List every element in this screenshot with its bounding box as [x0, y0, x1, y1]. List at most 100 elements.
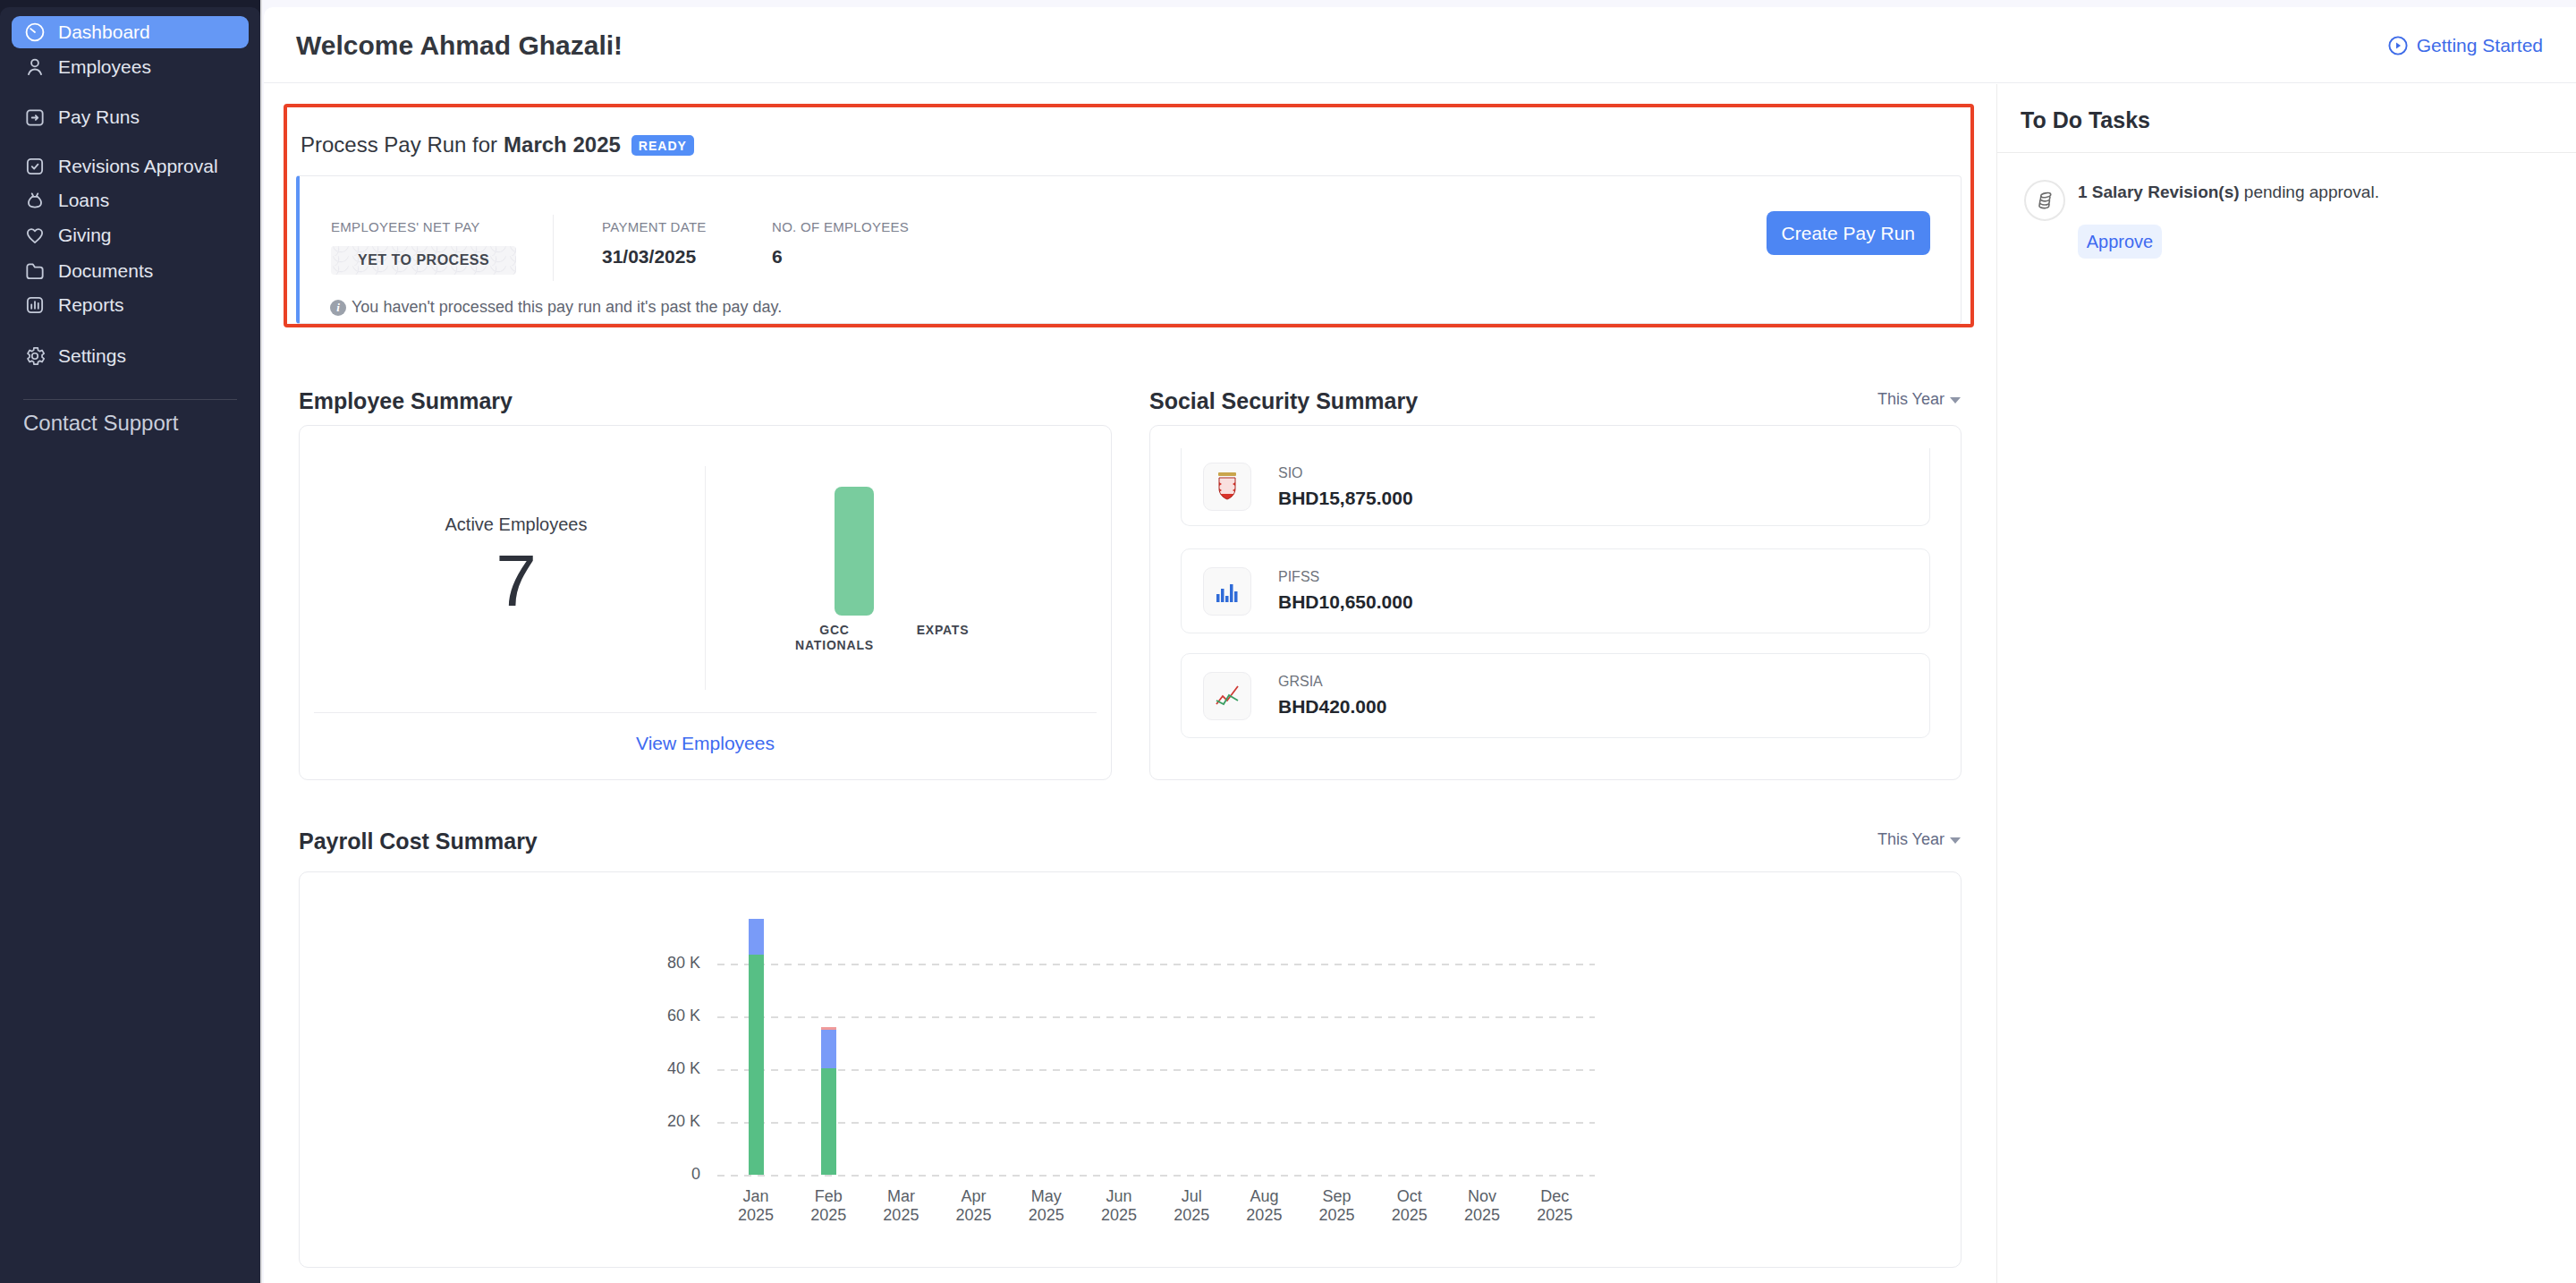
active-employees-count: 7 [300, 542, 733, 619]
sidebar-item-label: Pay Runs [58, 106, 140, 128]
chart-month-label: Feb 2025 [792, 1187, 865, 1225]
reports-icon [23, 293, 47, 317]
info-icon [330, 300, 346, 316]
social-row-label: SIO [1278, 465, 1413, 481]
sidebar-item-label: Loans [58, 190, 109, 211]
pay-run-title: Process Pay Run forMarch 2025 READY [301, 132, 694, 157]
employees-icon [23, 55, 47, 79]
social-row-label: GRSIA [1278, 674, 1386, 690]
chart-ytick-label: 40 K [640, 1059, 700, 1078]
sidebar-item-dashboard[interactable]: Dashboard [12, 16, 249, 48]
approve-button[interactable]: Approve [2078, 225, 2162, 259]
chart-month-label: Oct 2025 [1373, 1187, 1446, 1225]
chart-month-label: Sep 2025 [1301, 1187, 1374, 1225]
payroll-cost-card: 80 K60 K40 K20 K0Jan 2025Feb 2025Mar 202… [299, 871, 1962, 1268]
card-divider [314, 712, 1097, 713]
vertical-divider [705, 466, 706, 690]
dashboard-icon [23, 21, 47, 44]
chart-month-label: Apr 2025 [937, 1187, 1011, 1225]
revisions-approval-icon [23, 155, 47, 178]
chart-month-label: Nov 2025 [1445, 1187, 1519, 1225]
view-employees-link[interactable]: View Employees [300, 733, 1111, 754]
chevron-down-icon [1950, 397, 1961, 404]
column-divider [553, 215, 554, 281]
chart-month-label: Jul 2025 [1155, 1187, 1228, 1225]
sidebar-divider [23, 399, 237, 400]
active-employees-label: Active Employees [300, 514, 733, 535]
social-row-value: BHD10,650.000 [1278, 591, 1413, 613]
play-circle-icon [2387, 35, 2409, 56]
chart-month-label: Dec 2025 [1518, 1187, 1591, 1225]
chart-month-label: Aug 2025 [1227, 1187, 1301, 1225]
payroll-cost-heading: Payroll Cost Summary [299, 828, 538, 854]
sidebar-item-documents[interactable]: Documents [12, 254, 249, 288]
sidebar-item-label: Revisions Approval [58, 156, 218, 177]
social-security-heading: Social Security Summary [1149, 388, 1418, 414]
sidebar-surface: Dashboard Employees Pay Runs Revisions A… [0, 7, 260, 1283]
chart-ytick-label: 0 [640, 1165, 700, 1184]
loans-icon [23, 189, 47, 212]
chart-ytick-label: 60 K [640, 1007, 700, 1025]
chart-ytick-label: 80 K [640, 954, 700, 973]
todo-task-text: 1 Salary Revision(s) pending approval. [2078, 183, 2379, 202]
chart-month-label: Jan 2025 [719, 1187, 792, 1225]
sidebar-item-settings[interactable]: Settings [12, 339, 249, 373]
payroll-range-select[interactable]: This Year [1877, 830, 1961, 849]
sidebar-item-loans[interactable]: Loans [12, 183, 249, 217]
pay-run-info: You haven't processed this pay run and i… [330, 298, 782, 317]
social-row-pifss: PIFSS BHD10,650.000 [1181, 548, 1930, 633]
sidebar-item-revisions-approval[interactable]: Revisions Approval [12, 149, 249, 183]
sidebar-item-pay-runs[interactable]: Pay Runs [12, 100, 249, 134]
chart-gridline [717, 1016, 1595, 1018]
todo-heading: To Do Tasks [2021, 107, 2150, 133]
social-security-card: SIO BHD15,875.000 PIFSS BHD10,650.000 GR… [1149, 425, 1962, 780]
line-chart-icon [1203, 672, 1251, 720]
chart-ytick-label: 20 K [640, 1112, 700, 1131]
bahrain-crest-icon [1203, 463, 1251, 511]
social-row-value: BHD15,875.000 [1278, 488, 1413, 509]
getting-started-link[interactable]: Getting Started [2387, 7, 2543, 84]
employee-summary-card: Active Employees 7 GCC NATIONALS EXPATS … [299, 425, 1112, 780]
payroll-bar-feb-blue [821, 1030, 836, 1068]
sidebar: Dashboard Employees Pay Runs Revisions A… [0, 0, 262, 1283]
chart-gridline [717, 964, 1595, 965]
social-row-grsia: GRSIA BHD420.000 [1181, 653, 1930, 738]
yet-to-process-chip: YET TO PROCESS [331, 246, 516, 275]
create-pay-run-button[interactable]: Create Pay Run [1767, 211, 1930, 255]
chevron-down-icon [1950, 837, 1961, 844]
sidebar-item-label: Settings [58, 345, 126, 367]
chart-gridline [717, 1175, 1595, 1177]
social-row-label: PIFSS [1278, 569, 1413, 585]
gcc-nationals-bar [835, 487, 874, 616]
expats-label: EXPATS [867, 623, 1019, 638]
payment-date-column: PAYMENT DATE 31/03/2025 [602, 220, 707, 268]
ready-status-badge: READY [631, 135, 694, 156]
pay-run-panel: EMPLOYEES' NET PAY YET TO PROCESS PAYMEN… [296, 175, 1962, 324]
payroll-bar-jan-green [749, 955, 764, 1175]
employee-count-column: NO. OF EMPLOYEES 6 [772, 220, 909, 268]
topbar: Welcome Ahmad Ghazali! Getting Started [264, 7, 2576, 83]
sidebar-item-label: Reports [58, 294, 124, 316]
social-range-select[interactable]: This Year [1877, 390, 1961, 409]
net-pay-column: EMPLOYEES' NET PAY YET TO PROCESS [331, 220, 516, 275]
social-row-value: BHD420.000 [1278, 696, 1386, 718]
contact-support-link[interactable]: Contact Support [12, 406, 249, 440]
sidebar-item-giving[interactable]: Giving [12, 218, 249, 252]
coins-icon [2024, 180, 2065, 221]
payroll-bar-feb-red [821, 1027, 836, 1030]
chart-gridline [717, 1069, 1595, 1071]
chart-month-label: May 2025 [1010, 1187, 1083, 1225]
sidebar-item-label: Dashboard [58, 21, 150, 43]
sidebar-item-label: Documents [58, 260, 153, 282]
documents-icon [23, 259, 47, 283]
payroll-bar-feb-green [821, 1068, 836, 1175]
payment-date-value: 31/03/2025 [602, 246, 707, 268]
sidebar-item-reports[interactable]: Reports [12, 288, 249, 322]
employee-count-value: 6 [772, 246, 909, 268]
social-row-sio: SIO BHD15,875.000 [1181, 448, 1930, 526]
giving-icon [23, 224, 47, 247]
sidebar-item-employees[interactable]: Employees [12, 50, 249, 84]
todo-divider [1997, 152, 2576, 153]
chart-gridline [717, 1122, 1595, 1124]
settings-icon [23, 344, 47, 368]
